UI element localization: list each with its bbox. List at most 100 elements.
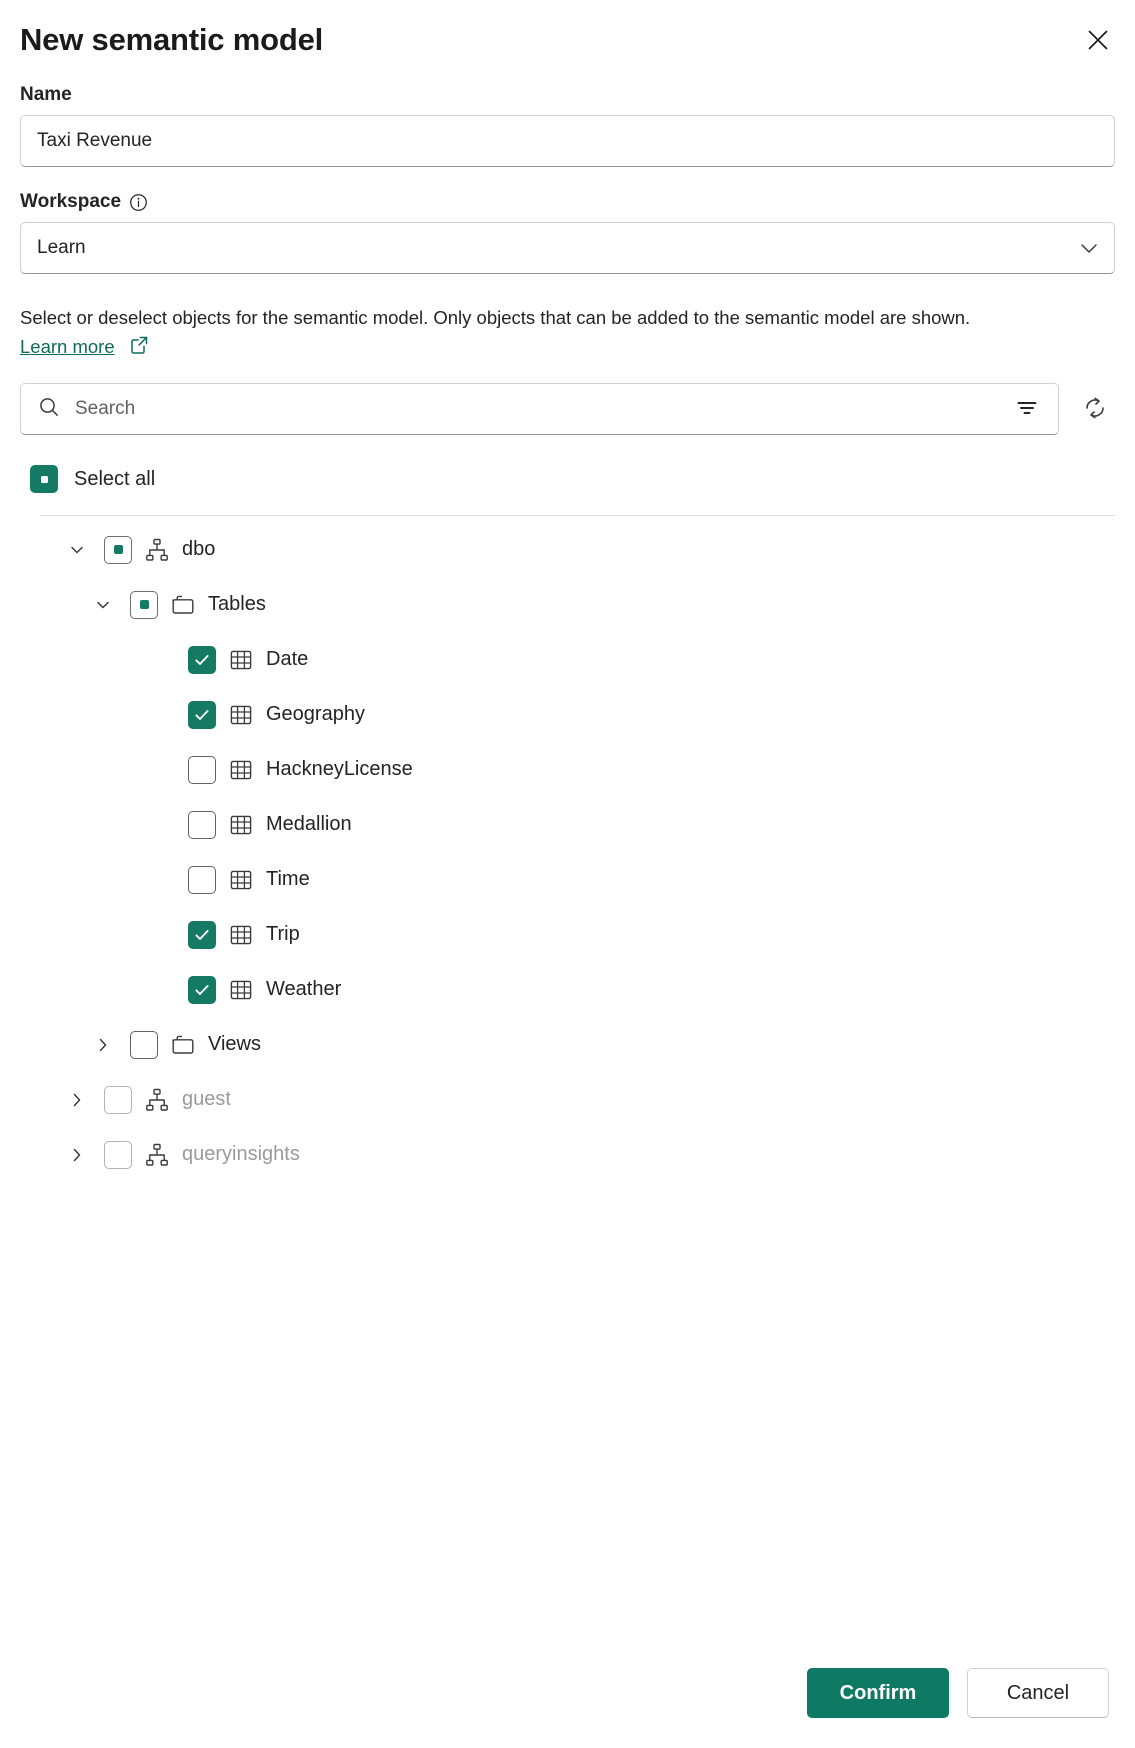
name-field-group: Name — [20, 84, 1115, 167]
tree-row-label: HackneyLicense — [266, 758, 413, 781]
refresh-icon — [1081, 394, 1109, 425]
search-row — [20, 383, 1115, 436]
row-checkbox[interactable] — [130, 1030, 158, 1059]
tree-row-guest[interactable]: guest — [20, 1072, 1115, 1127]
folder-icon — [170, 1032, 196, 1058]
tree-row-date[interactable]: Date — [20, 632, 1115, 687]
row-checkbox[interactable] — [188, 975, 216, 1004]
check-icon — [195, 984, 209, 995]
chevron-down-icon[interactable] — [62, 535, 92, 565]
table-icon — [228, 647, 254, 673]
tree-row-medallion[interactable]: Medallion — [20, 797, 1115, 852]
mixed-indicator — [113, 545, 123, 555]
chevron-placeholder — [146, 810, 176, 840]
divider — [40, 515, 1115, 517]
tree-row-dbo[interactable]: dbo — [20, 522, 1115, 577]
workspace-select-value: Learn — [37, 237, 86, 258]
table-icon — [228, 702, 254, 728]
table-icon — [228, 922, 254, 948]
tree-row-hackneylicense[interactable]: HackneyLicense — [20, 742, 1115, 797]
object-tree: dbo Tables Date Geography HackneyLicense Meda… — [20, 522, 1115, 1182]
external-link-icon[interactable] — [128, 334, 150, 356]
check-icon — [195, 709, 209, 720]
row-checkbox[interactable] — [188, 755, 216, 784]
schema-icon — [144, 1087, 170, 1113]
description-sentence: Select or deselect objects for the seman… — [20, 307, 971, 328]
name-input[interactable] — [20, 115, 1115, 167]
tree-row-label: dbo — [182, 538, 216, 561]
table-icon — [228, 977, 254, 1003]
refresh-button[interactable] — [1075, 389, 1115, 429]
folder-icon — [170, 592, 196, 618]
chevron-placeholder — [146, 700, 176, 730]
row-checkbox[interactable] — [188, 920, 216, 949]
filter-icon — [1015, 396, 1039, 423]
search-icon — [37, 395, 61, 424]
table-icon — [228, 867, 254, 893]
row-checkbox[interactable] — [188, 865, 216, 894]
select-all-checkbox[interactable] — [30, 465, 58, 494]
tree-row-label: Tables — [208, 593, 266, 616]
row-checkbox[interactable] — [188, 700, 216, 729]
workspace-label: Workspace — [20, 191, 1115, 213]
chevron-placeholder — [146, 755, 176, 785]
dialog-footer: Confirm Cancel — [0, 1668, 1135, 1718]
tree-row-geography[interactable]: Geography — [20, 687, 1115, 742]
description-text: Select or deselect objects for the seman… — [20, 304, 980, 361]
chevron-placeholder — [146, 920, 176, 950]
chevron-placeholder — [146, 645, 176, 675]
chevron-right-icon[interactable] — [62, 1085, 92, 1115]
chevron-down-icon[interactable] — [88, 590, 118, 620]
tree-row-label: Views — [208, 1033, 261, 1056]
tree-row-label: queryinsights — [182, 1143, 300, 1166]
row-checkbox[interactable] — [104, 1085, 132, 1114]
check-icon — [195, 929, 209, 940]
name-label: Name — [20, 84, 72, 105]
row-checkbox[interactable] — [188, 810, 216, 839]
tree-row-queryinsights[interactable]: queryinsights — [20, 1127, 1115, 1182]
row-checkbox[interactable] — [104, 535, 132, 564]
new-semantic-model-dialog: New semantic model Name Workspace — [0, 0, 1135, 1748]
filter-button[interactable] — [1010, 392, 1044, 426]
learn-more-link[interactable]: Learn more — [20, 336, 115, 357]
tree-row-label: Weather — [266, 978, 342, 1001]
info-icon[interactable] — [129, 193, 148, 212]
mixed-indicator — [40, 475, 48, 483]
table-icon — [228, 757, 254, 783]
select-all-row[interactable]: Select all — [30, 465, 1115, 494]
tree-row-label: Trip — [266, 923, 300, 946]
chevron-right-icon[interactable] — [88, 1030, 118, 1060]
mixed-indicator — [139, 600, 149, 610]
close-icon — [1085, 27, 1111, 56]
tree-row-label: Medallion — [266, 813, 352, 836]
tree-row-label: guest — [182, 1088, 231, 1111]
dialog-header: New semantic model — [20, 22, 1115, 62]
workspace-label-text: Workspace — [20, 191, 122, 212]
search-input[interactable] — [73, 384, 998, 435]
search-box[interactable] — [20, 383, 1059, 436]
workspace-select[interactable]: Learn — [20, 222, 1115, 274]
row-checkbox[interactable] — [104, 1140, 132, 1169]
tree-row-label: Geography — [266, 703, 365, 726]
row-checkbox[interactable] — [130, 590, 158, 619]
schema-icon — [144, 537, 170, 563]
cancel-button[interactable]: Cancel — [967, 1668, 1109, 1718]
tree-row-tables[interactable]: Tables — [20, 577, 1115, 632]
check-icon — [195, 654, 209, 665]
table-icon — [228, 812, 254, 838]
tree-row-views[interactable]: Views — [20, 1017, 1115, 1072]
confirm-button[interactable]: Confirm — [807, 1668, 949, 1718]
schema-icon — [144, 1142, 170, 1168]
tree-row-label: Date — [266, 648, 309, 671]
page-title: New semantic model — [20, 22, 324, 57]
tree-row-weather[interactable]: Weather — [20, 962, 1115, 1017]
chevron-placeholder — [146, 975, 176, 1005]
workspace-field-group: Workspace Learn — [20, 191, 1115, 274]
tree-row-label: Time — [266, 868, 310, 891]
close-button[interactable] — [1077, 20, 1119, 62]
row-checkbox[interactable] — [188, 645, 216, 674]
tree-row-time[interactable]: Time — [20, 852, 1115, 907]
chevron-right-icon[interactable] — [62, 1140, 92, 1170]
tree-row-trip[interactable]: Trip — [20, 907, 1115, 962]
chevron-placeholder — [146, 865, 176, 895]
